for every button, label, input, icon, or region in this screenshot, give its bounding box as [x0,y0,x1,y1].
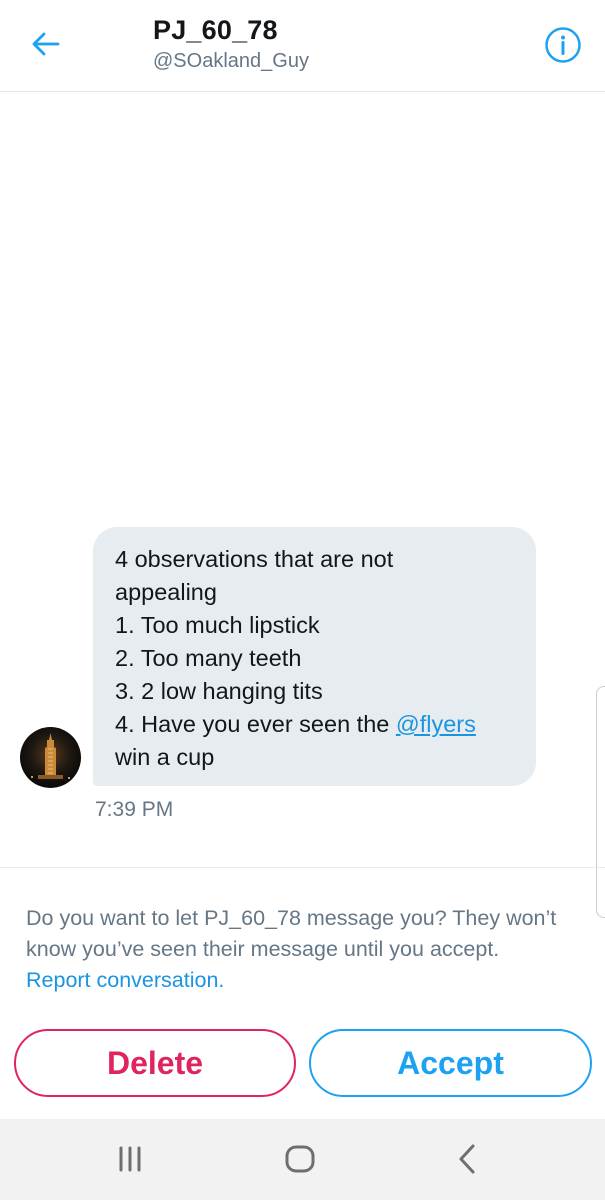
message-line: 2. Too many teeth [115,645,302,671]
system-navigation-bar [0,1119,605,1200]
conversation-header: PJ_60_78 @SOakland_Guy [0,0,605,92]
delete-button[interactable]: Delete [14,1029,296,1097]
message-line: appealing [115,579,217,605]
recents-button[interactable] [100,1139,160,1179]
back-button[interactable] [26,26,66,62]
message-line: 3. 2 low hanging tits [115,678,323,704]
back-chevron-icon [459,1144,475,1174]
message-line: win a cup [115,744,215,770]
accept-button[interactable]: Accept [309,1029,592,1097]
recents-icon [119,1146,141,1172]
message-timestamp: 7:39 PM [95,798,174,821]
info-circle-icon [545,27,581,63]
arrow-left-icon [32,32,60,56]
conversation-title-block: PJ_60_78 @SOakland_Guy [153,14,309,74]
avatar[interactable] [20,727,81,788]
scrollbar-handle[interactable] [596,686,605,918]
conversation-handle: @SOakland_Guy [153,50,309,72]
avatar-tower-at-night [20,727,81,788]
message-line: 4 observations that are not [115,546,394,572]
mention-link[interactable]: @flyers [396,711,476,737]
message-line: 4. Have you ever seen the @flyers [115,708,516,741]
system-back-button[interactable] [438,1139,498,1179]
message-line-text: 4. Have you ever seen the [115,711,396,737]
message-bubble[interactable]: 4 observations that are not appealing 1.… [93,527,536,786]
message-request-prompt: Do you want to let PJ_60_78 message you?… [26,903,566,996]
divider [0,867,605,868]
home-button[interactable] [270,1139,330,1179]
conversation-title: PJ_60_78 [153,15,278,45]
report-conversation-link[interactable]: Report conversation. [26,968,224,992]
home-icon [285,1145,315,1173]
info-button[interactable] [543,25,583,65]
message-request-text: Do you want to let PJ_60_78 message you?… [26,906,557,961]
message-line: 1. Too much lipstick [115,612,320,638]
